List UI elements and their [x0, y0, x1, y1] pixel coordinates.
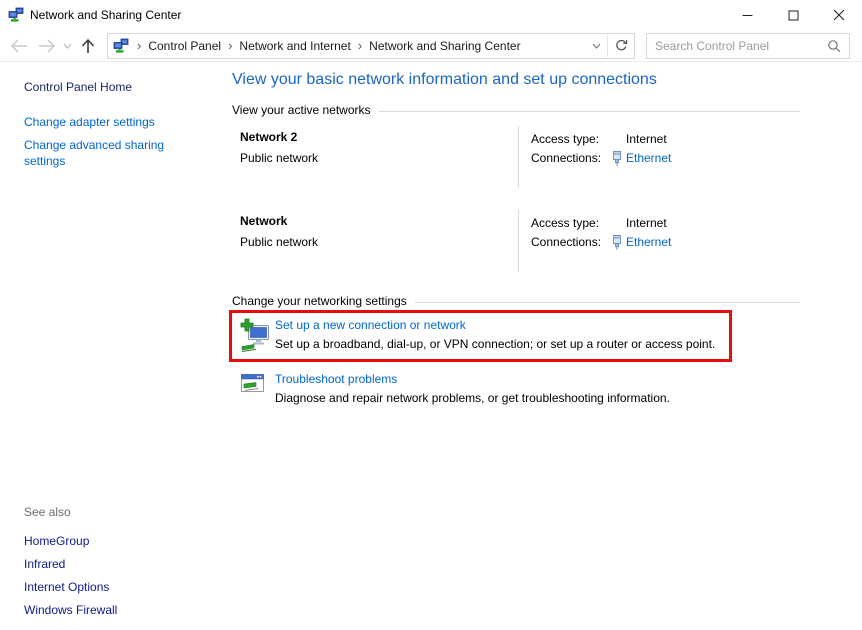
network-identity: Network 2 Public network	[232, 126, 518, 188]
sidebar: Control Panel Home Change adapter settin…	[0, 62, 215, 630]
highlight-box-setup-new-connection: Set up a new connection or network Set u…	[229, 310, 732, 362]
address-location-icon[interactable]	[113, 38, 129, 54]
app-icon	[8, 7, 24, 23]
networking-settings-header-label: Change your networking settings	[232, 294, 407, 308]
ethernet-link[interactable]: Ethernet	[626, 233, 671, 252]
access-type-label: Access type:	[531, 216, 600, 230]
access-type-label: Access type:	[531, 132, 600, 146]
sidebar-item-control-panel-home[interactable]: Control Panel Home	[24, 80, 195, 94]
breadcrumb-separator: ›	[228, 37, 233, 53]
ethernet-link[interactable]: Ethernet	[626, 149, 671, 168]
up-button[interactable]	[74, 33, 101, 59]
page-title: View your basic network information and …	[232, 71, 657, 88]
troubleshoot-icon	[240, 372, 270, 405]
network-profile: Public network	[240, 235, 319, 249]
network-identity: Network Public network	[232, 210, 518, 272]
ethernet-icon	[611, 151, 623, 166]
active-networks-list: Network 2 Public network Access type: In…	[232, 126, 800, 272]
title-bar: Network and Sharing Center	[0, 0, 862, 30]
address-toolbar: › Control Panel › Network and Internet ›…	[0, 30, 862, 62]
network-details: Access type: Internet Connections: Ether…	[518, 210, 800, 272]
back-button[interactable]	[6, 33, 33, 59]
breadcrumb-control-panel[interactable]: Control Panel	[146, 39, 223, 53]
breadcrumb-separator: ›	[357, 37, 363, 53]
settings-list: Set up a new connection or network Set u…	[229, 310, 800, 405]
minimize-button[interactable]	[724, 0, 770, 30]
ethernet-icon	[611, 235, 623, 250]
see-also-section: See also HomeGroup Infrared Internet Opt…	[24, 505, 117, 622]
close-button[interactable]	[816, 0, 862, 30]
section-rule	[378, 110, 800, 112]
network-name: Network 2	[240, 130, 298, 144]
address-dropdown-icon[interactable]	[585, 35, 607, 57]
sidebar-item-change-adapter-settings[interactable]: Change adapter settings	[24, 114, 174, 130]
setup-new-connection-description: Set up a broadband, dial-up, or VPN conn…	[275, 337, 716, 351]
network-sharing-center-window: Network and Sharing Center › Control Pan…	[0, 0, 862, 630]
breadcrumb-separator: ›	[137, 37, 142, 53]
window-title: Network and Sharing Center	[30, 8, 182, 22]
refresh-icon[interactable]	[607, 34, 634, 57]
setup-connection-icon	[240, 318, 270, 354]
forward-button[interactable]	[33, 33, 60, 59]
search-input[interactable]	[647, 38, 823, 53]
network-details: Access type: Internet Connections: Ether…	[518, 126, 800, 188]
section-rule	[414, 301, 800, 303]
troubleshoot-setting: Troubleshoot problems Diagnose and repai…	[232, 370, 800, 405]
maximize-button[interactable]	[770, 0, 816, 30]
network-row: Network Public network Access type: Inte…	[232, 210, 800, 272]
connections-label: Connections:	[531, 235, 602, 249]
address-bar[interactable]: › Control Panel › Network and Internet ›…	[107, 32, 635, 59]
search-box	[646, 32, 850, 59]
access-type-value: Internet	[626, 216, 667, 230]
connections-label: Connections:	[531, 151, 602, 165]
setting-text: Set up a new connection or network Set u…	[275, 318, 715, 354]
setting-text: Troubleshoot problems Diagnose and repai…	[275, 372, 670, 405]
see-also-internet-options[interactable]: Internet Options	[24, 576, 117, 599]
search-icon[interactable]	[827, 39, 841, 53]
active-networks-header-label: View your active networks	[232, 103, 371, 117]
window-body: Control Panel Home Change adapter settin…	[0, 62, 862, 630]
breadcrumb-network-sharing-center[interactable]: Network and Sharing Center	[367, 39, 522, 53]
network-name: Network	[240, 214, 288, 228]
main-content: View your basic network information and …	[215, 62, 862, 630]
access-type-value: Internet	[626, 132, 667, 146]
setup-new-connection-link[interactable]: Set up a new connection or network	[275, 318, 715, 332]
network-row: Network 2 Public network Access type: In…	[232, 126, 800, 188]
sidebar-item-change-advanced-sharing-settings[interactable]: Change advanced sharing settings	[24, 137, 174, 169]
window-controls	[724, 0, 862, 30]
breadcrumb-network-and-internet[interactable]: Network and Internet	[237, 39, 352, 53]
see-also-infrared[interactable]: Infrared	[24, 553, 117, 576]
troubleshoot-problems-description: Diagnose and repair network problems, or…	[275, 391, 670, 405]
see-also-header: See also	[24, 505, 71, 519]
see-also-windows-firewall[interactable]: Windows Firewall	[24, 599, 117, 622]
networking-settings-header: Change your networking settings	[232, 294, 800, 308]
see-also-homegroup[interactable]: HomeGroup	[24, 530, 117, 553]
network-profile: Public network	[240, 151, 319, 165]
recent-pages-dropdown-icon[interactable]	[60, 33, 74, 59]
active-networks-header: View your active networks	[232, 103, 800, 117]
troubleshoot-problems-link[interactable]: Troubleshoot problems	[275, 372, 670, 386]
